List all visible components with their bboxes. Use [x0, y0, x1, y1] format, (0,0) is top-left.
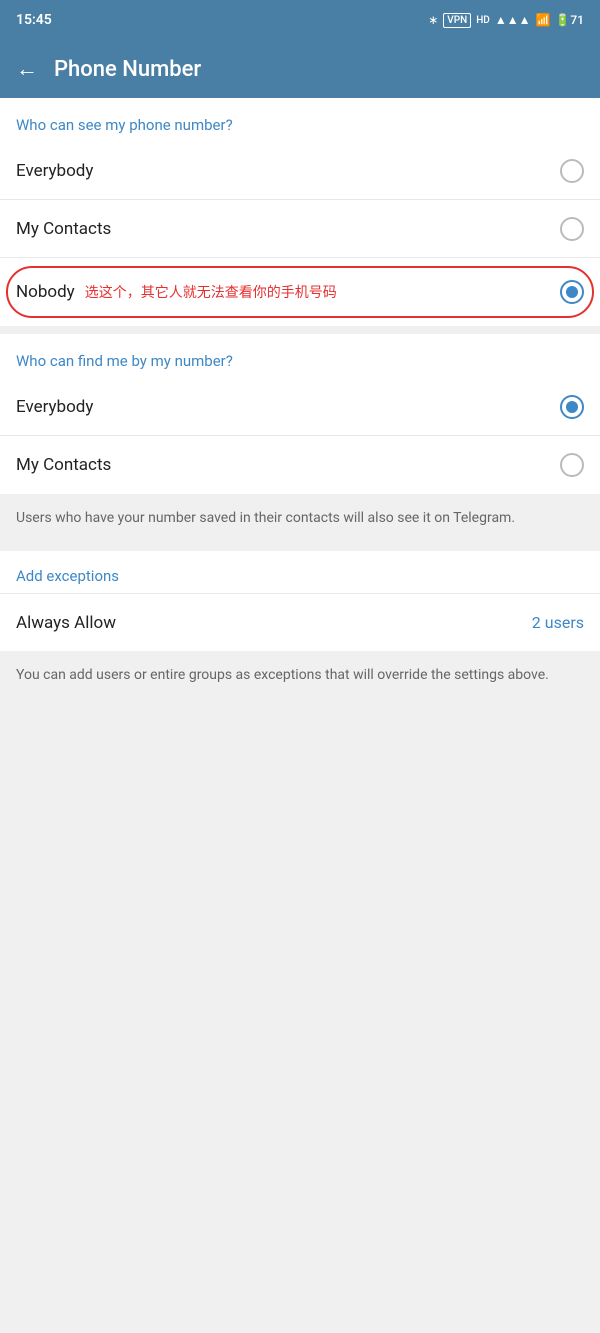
wifi-icon: 📶 [535, 13, 550, 27]
mycontacts-see-label: My Contacts [16, 219, 111, 239]
section-see-phone: Who can see my phone number? Everybody M… [0, 98, 600, 326]
radio-mycontacts-see[interactable]: My Contacts [0, 200, 600, 258]
always-allow-row[interactable]: Always Allow 2 users [0, 593, 600, 651]
nobody-annotation: 选这个，其它人就无法查看你的手机号码 [85, 282, 337, 302]
exceptions-section: Add exceptions Always Allow 2 users You … [0, 551, 600, 700]
mycontacts-find-label: My Contacts [16, 455, 111, 475]
always-allow-label: Always Allow [16, 613, 116, 633]
vpn-badge: VPN [443, 13, 471, 28]
exceptions-info-box: You can add users or entire groups as ex… [0, 651, 600, 700]
nobody-row-inner: Nobody 选这个，其它人就无法查看你的手机号码 [16, 282, 560, 302]
exceptions-info-text: You can add users or entire groups as ex… [16, 667, 549, 683]
radio-nobody-see-button[interactable] [560, 280, 584, 304]
everybody-see-label: Everybody [16, 161, 93, 181]
section-see-label: Who can see my phone number? [0, 98, 600, 142]
exceptions-label: Add exceptions [0, 551, 600, 593]
find-info-text: Users who have your number saved in thei… [16, 510, 515, 526]
radio-everybody-find[interactable]: Everybody [0, 378, 600, 436]
status-icons: ∗ VPN HD ▲▲▲ 📶 🔋71 [428, 13, 584, 28]
page-title: Phone Number [54, 57, 201, 82]
nobody-see-label: Nobody [16, 282, 75, 302]
signal-icon: ▲▲▲ [495, 13, 531, 27]
section-find-label: Who can find me by my number? [0, 334, 600, 378]
bluetooth-icon: ∗ [428, 13, 438, 27]
status-bar: 15:45 ∗ VPN HD ▲▲▲ 📶 🔋71 [0, 0, 600, 40]
radio-everybody-find-button[interactable] [560, 395, 584, 419]
find-info-box: Users who have your number saved in thei… [0, 494, 600, 543]
radio-everybody-see[interactable]: Everybody [0, 142, 600, 200]
section-find-phone: Who can find me by my number? Everybody … [0, 334, 600, 543]
radio-mycontacts-find-button[interactable] [560, 453, 584, 477]
bottom-area [0, 700, 600, 1100]
back-button[interactable]: ← [16, 56, 38, 82]
battery-icon: 🔋71 [555, 13, 584, 27]
radio-nobody-see[interactable]: Nobody 选这个，其它人就无法查看你的手机号码 [0, 258, 600, 326]
radio-mycontacts-find[interactable]: My Contacts [0, 436, 600, 494]
always-allow-value: 2 users [532, 613, 584, 632]
toolbar: ← Phone Number [0, 40, 600, 98]
status-time: 15:45 [16, 12, 52, 28]
hd-badge: HD [476, 15, 490, 26]
divider-2 [0, 543, 600, 551]
radio-everybody-see-button[interactable] [560, 159, 584, 183]
everybody-find-label: Everybody [16, 397, 93, 417]
radio-mycontacts-see-button[interactable] [560, 217, 584, 241]
divider-1 [0, 326, 600, 334]
